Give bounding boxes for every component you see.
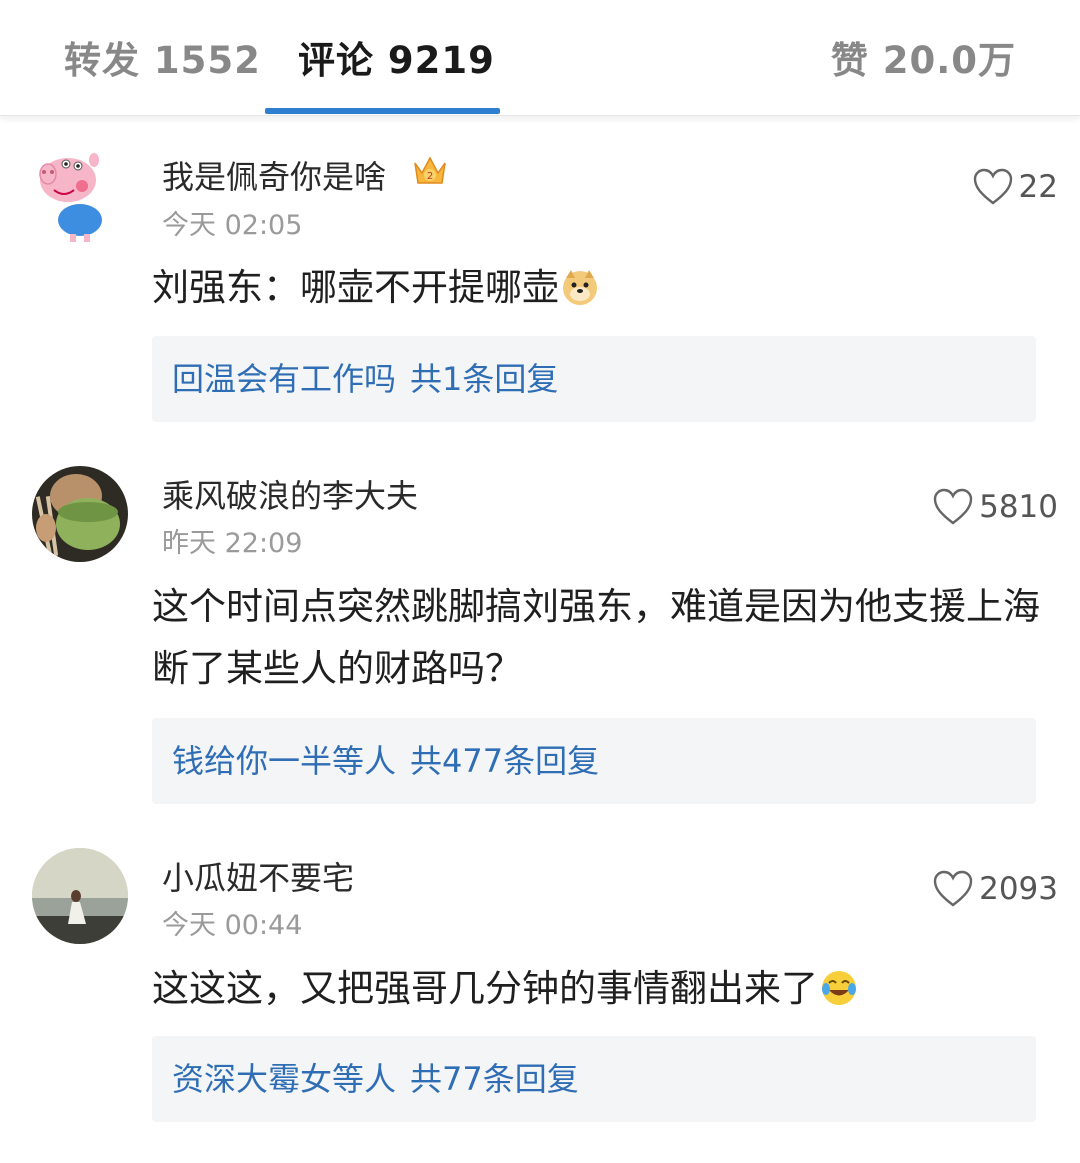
heart-icon — [973, 168, 1012, 205]
user-photo-avatar-icon — [32, 466, 128, 562]
comment-text: 这这这，又把强哥几分钟的事情翻出来了 — [152, 958, 1042, 1020]
comment-username[interactable]: 乘风破浪的李大夫 — [162, 471, 418, 517]
comment-text: 刘强东：哪壶不开提哪壶 — [152, 257, 1042, 319]
reply-summary[interactable]: 钱给你一半等人 共477条回复 — [152, 718, 1036, 804]
like-button[interactable]: 2093 — [933, 870, 1058, 908]
peppa-avatar-icon — [39, 153, 102, 242]
comment-username[interactable]: 小瓜妞不要宅 — [162, 853, 354, 899]
avatar[interactable] — [32, 466, 128, 562]
like-count: 5810 — [979, 489, 1058, 525]
comment-time: 今天 02:05 — [162, 210, 303, 241]
tab-bar: 转发 1552 评论 9219 赞 20.0万 — [0, 0, 1080, 116]
comment-username[interactable]: 我是佩奇你是啥 — [162, 152, 386, 198]
tab-like[interactable]: 赞 20.0万 — [831, 30, 1016, 84]
like-count: 2093 — [979, 871, 1058, 907]
reply-summary[interactable]: 回温会有工作吗 共1条回复 — [152, 336, 1036, 422]
like-count: 22 — [1018, 169, 1058, 205]
comment-time: 昨天 22:09 — [162, 528, 303, 559]
like-button[interactable]: 5810 — [933, 488, 1058, 526]
heart-icon — [933, 870, 973, 907]
reply-summary[interactable]: 资深大霉女等人 共77条回复 — [152, 1036, 1036, 1122]
user-photo-avatar-icon — [32, 848, 128, 944]
like-button[interactable]: 22 — [973, 168, 1058, 206]
comment-time: 今天 00:44 — [162, 910, 303, 941]
doge-emoji-icon — [563, 270, 597, 305]
tab-comment[interactable]: 评论 9219 — [298, 30, 495, 84]
comment-text: 这个时间点突然跳脚搞刘强东，难道是因为他支援上海断了某些人的财路吗？ — [152, 585, 1040, 690]
laugh-cry-emoji-icon — [822, 971, 856, 1005]
tab-repost[interactable]: 转发 1552 — [64, 30, 261, 84]
active-tab-indicator — [265, 108, 500, 114]
svg-text:2: 2 — [427, 171, 433, 182]
avatar[interactable] — [32, 150, 128, 246]
crown-badge-icon: 2 — [414, 156, 446, 184]
heart-icon — [933, 488, 973, 525]
avatar[interactable] — [32, 848, 128, 944]
